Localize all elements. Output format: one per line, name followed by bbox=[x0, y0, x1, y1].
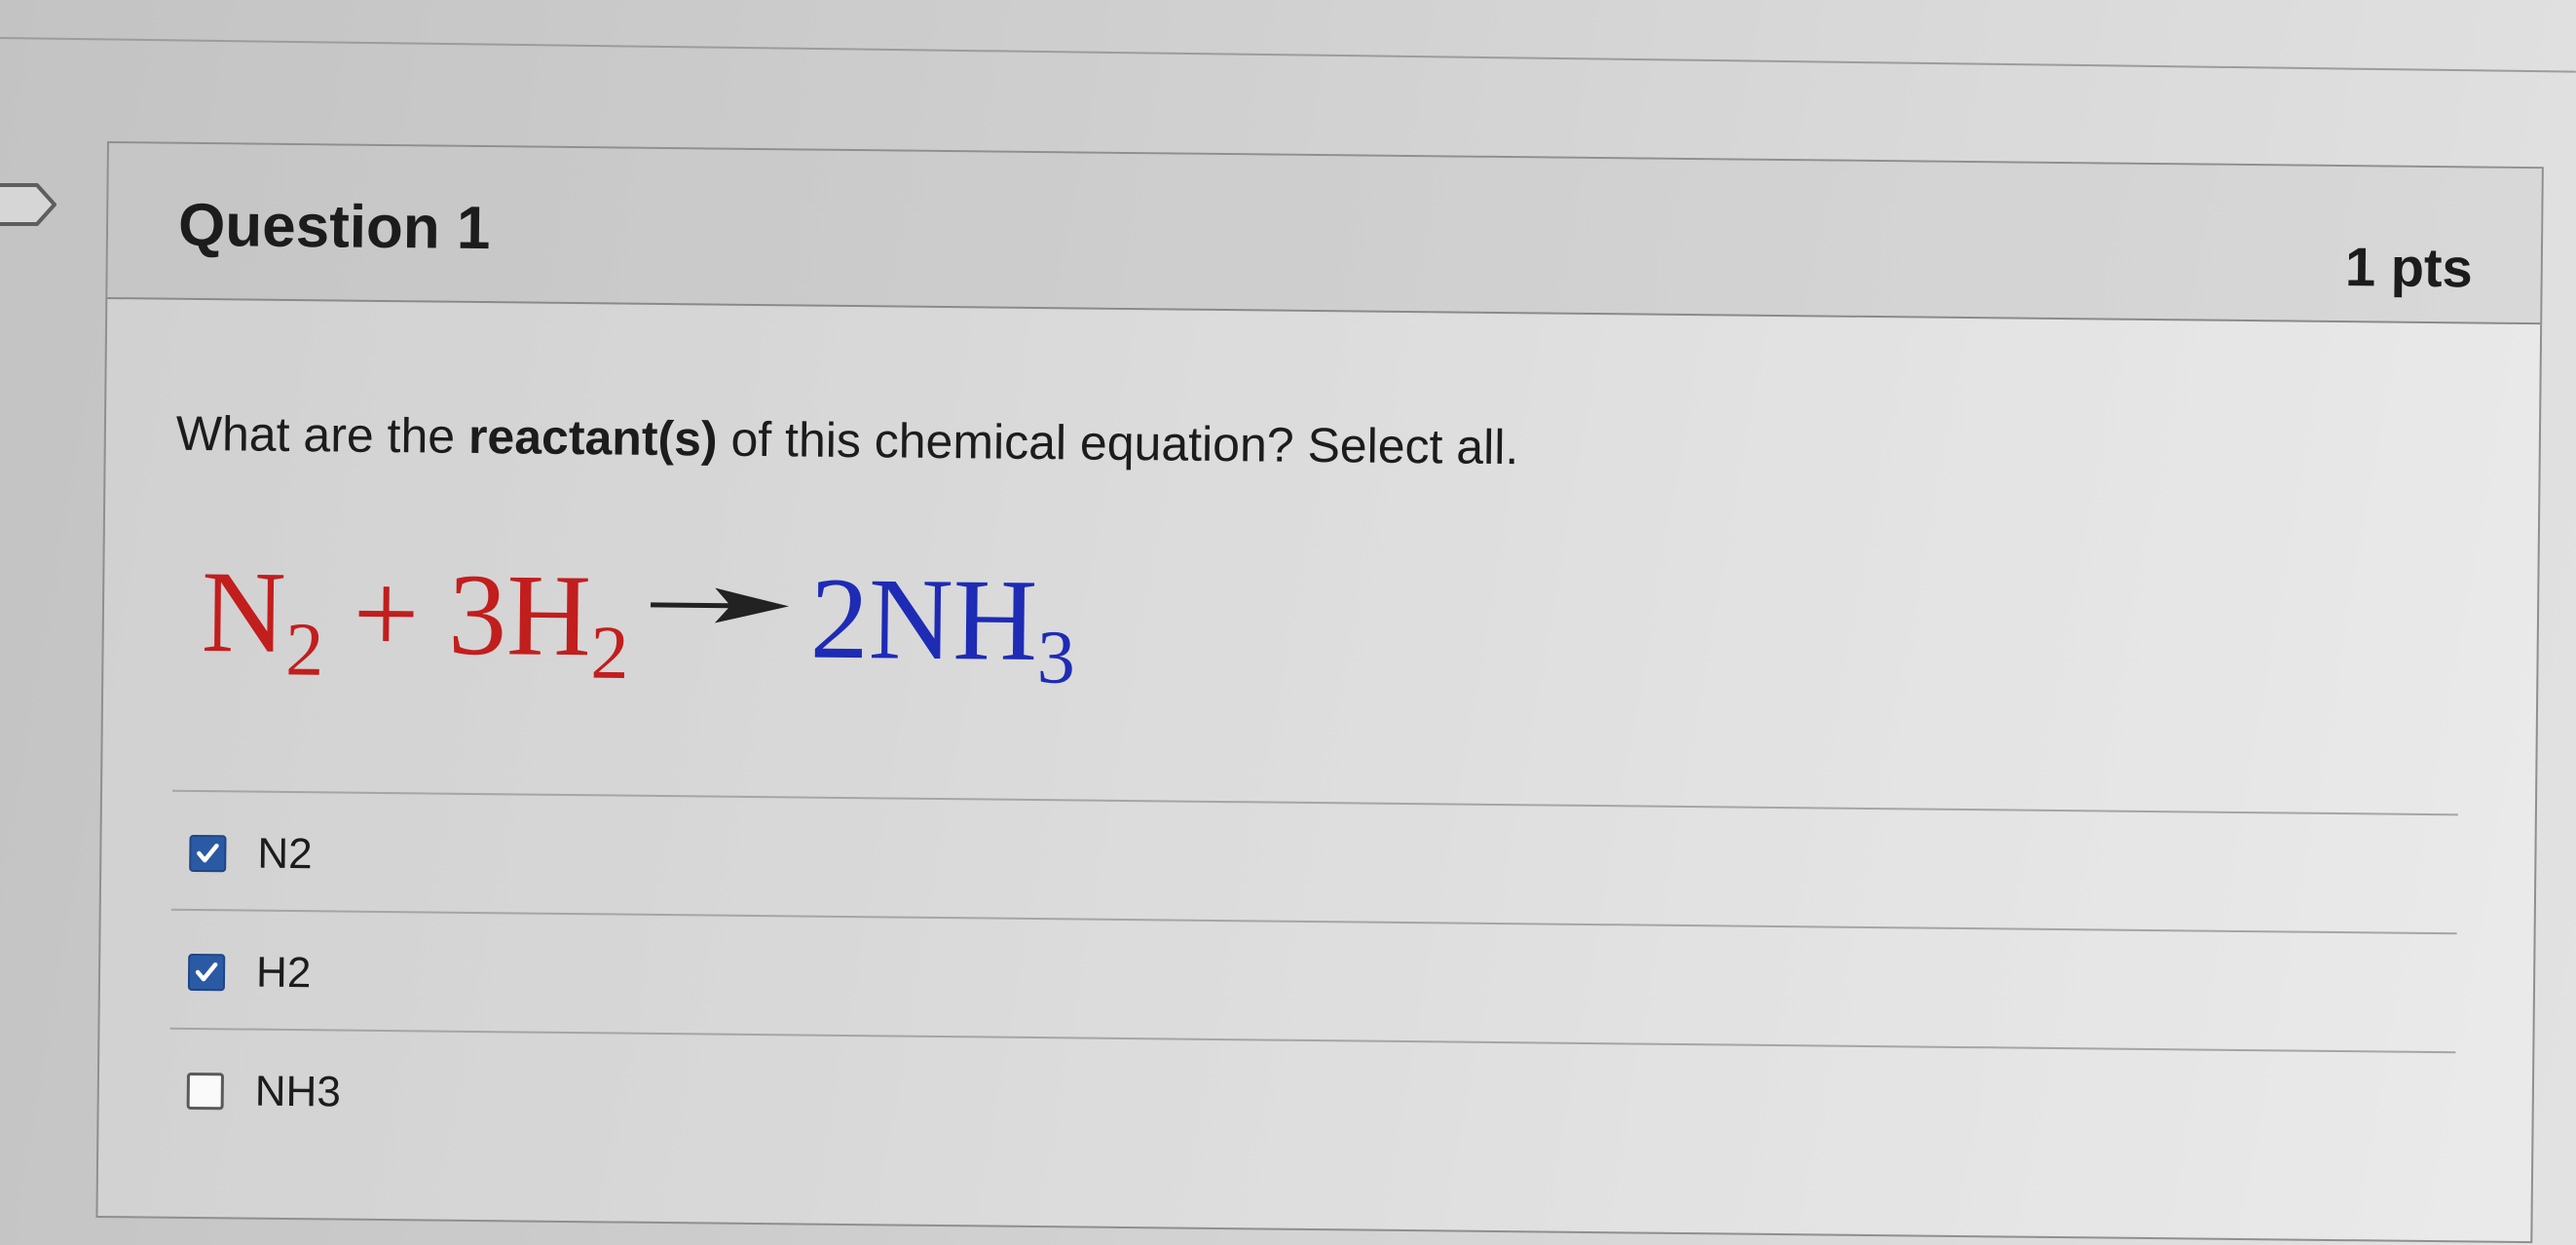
product-symbol: 2NH bbox=[809, 552, 1038, 686]
checkmark-icon bbox=[195, 962, 218, 982]
answer-option-h2[interactable]: H2 bbox=[169, 908, 2457, 1052]
reactant-h-subscript: 2 bbox=[590, 609, 630, 696]
question-prompt: What are the reactant(s) of this chemica… bbox=[176, 405, 1519, 475]
answer-list: N2 H2 NH3 bbox=[168, 789, 2458, 1171]
prompt-text-start: What are the bbox=[175, 405, 469, 464]
checkmark-icon bbox=[197, 843, 219, 863]
reactant-h-symbol: 3H bbox=[447, 548, 592, 681]
answer-checkbox-nh3[interactable] bbox=[186, 1072, 224, 1111]
answer-label: H2 bbox=[255, 948, 312, 998]
question-card: Question 1 1 pts What are the reactant(s… bbox=[95, 141, 2544, 1244]
answer-option-nh3[interactable]: NH3 bbox=[168, 1027, 2456, 1171]
plus-sign: + bbox=[352, 547, 420, 679]
reactant-n-subscript: 2 bbox=[284, 606, 324, 692]
equation-reactants: N2 + 3H2 bbox=[201, 547, 629, 695]
flag-question-icon[interactable] bbox=[0, 181, 58, 228]
equation-product: 2NH3 bbox=[809, 552, 1076, 699]
question-title: Question 1 bbox=[177, 191, 491, 263]
answer-option-n2[interactable]: N2 bbox=[170, 789, 2458, 933]
answer-checkbox-h2[interactable] bbox=[187, 953, 226, 992]
prompt-text-end: of this chemical equation? Select all. bbox=[717, 411, 1519, 475]
prompt-text-bold: reactant(s) bbox=[467, 408, 718, 467]
product-subscript: 3 bbox=[1036, 614, 1076, 699]
answer-checkbox-n2[interactable] bbox=[189, 834, 227, 873]
answer-label: N2 bbox=[257, 829, 313, 879]
top-divider bbox=[0, 37, 2576, 73]
question-header: Question 1 1 pts bbox=[107, 143, 2542, 325]
answer-label: NH3 bbox=[254, 1067, 342, 1116]
chemical-equation: N2 + 3H2 2NH3 bbox=[201, 547, 1076, 699]
reactant-n-symbol: N bbox=[201, 547, 287, 677]
question-points: 1 pts bbox=[2344, 236, 2474, 299]
reaction-arrow-icon bbox=[651, 587, 790, 623]
